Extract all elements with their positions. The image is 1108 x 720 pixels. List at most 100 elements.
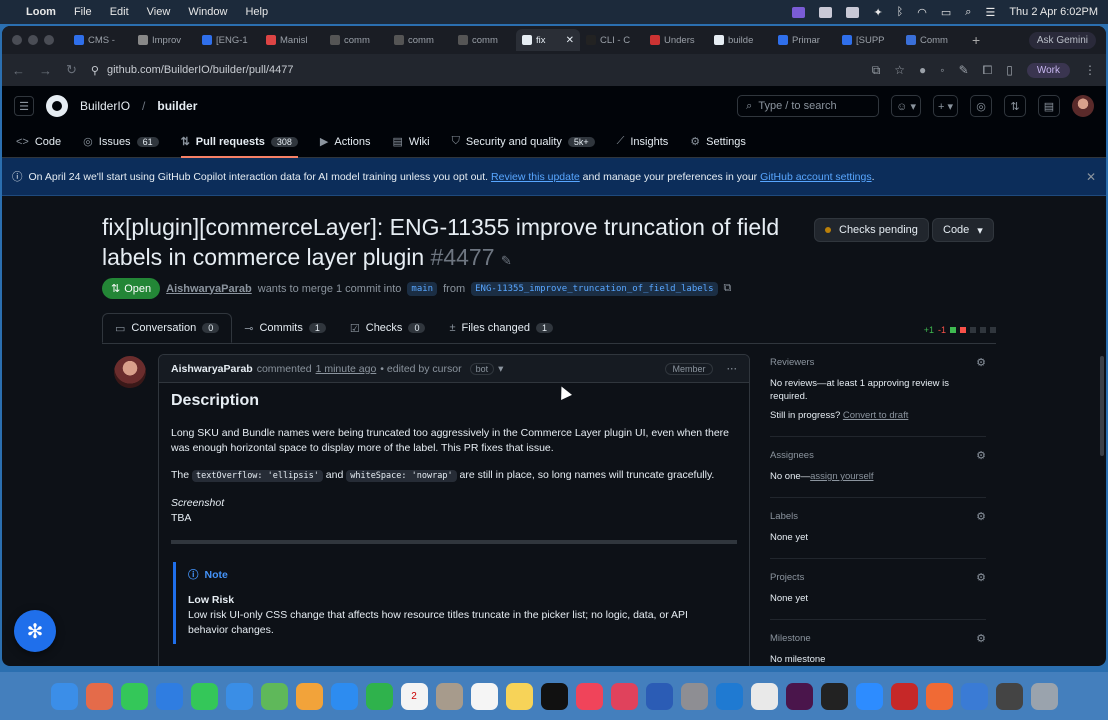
extension-icon[interactable]: ✎ bbox=[959, 63, 969, 77]
assignees-gear-icon[interactable]: ⚙ bbox=[976, 449, 986, 462]
edit-pencil-icon[interactable]: ✎ bbox=[501, 253, 512, 268]
create-new-button[interactable]: + ▾ bbox=[932, 95, 958, 117]
bluetooth-icon[interactable]: ᛒ bbox=[897, 6, 904, 18]
dock-downloads-icon[interactable] bbox=[995, 682, 1023, 710]
search-icon[interactable]: ⌕ bbox=[965, 6, 971, 19]
bookmark-star-icon[interactable]: ☆ bbox=[894, 63, 905, 77]
browser-tab[interactable]: comm bbox=[388, 29, 452, 51]
scrollbar[interactable] bbox=[1100, 356, 1104, 456]
dock-notes-icon[interactable] bbox=[505, 682, 533, 710]
repo-nav-security-and-quality[interactable]: ⛉ Security and quality 5k+ bbox=[452, 135, 595, 158]
wifi-icon[interactable]: ◠ bbox=[917, 6, 927, 19]
dock-launchpad-icon[interactable] bbox=[85, 682, 113, 710]
dock-slack-icon[interactable] bbox=[785, 682, 813, 710]
menu-app[interactable]: Loom bbox=[26, 6, 56, 18]
site-info-icon[interactable]: ⚲ bbox=[91, 64, 99, 77]
dock-photos-icon[interactable] bbox=[295, 682, 323, 710]
loom-status-icon[interactable] bbox=[792, 6, 806, 18]
search-input[interactable]: ⌕ Type / to search bbox=[737, 95, 880, 117]
pr-author-link[interactable]: AishwaryaParab bbox=[166, 283, 252, 295]
pull-requests-button[interactable]: ⇅ bbox=[1004, 95, 1026, 117]
ask-gemini-button[interactable]: Ask Gemini bbox=[1028, 31, 1096, 49]
datetime[interactable]: Thu 2 Apr 6:02PM bbox=[1009, 6, 1098, 18]
control-center-icon[interactable]: ☰ bbox=[985, 6, 995, 19]
extension-icon[interactable]: ● bbox=[919, 63, 926, 77]
chevron-down-icon[interactable]: ▾ bbox=[498, 363, 503, 375]
browser-tab[interactable]: Improv bbox=[132, 29, 196, 51]
dock-contacts-icon[interactable] bbox=[435, 682, 463, 710]
maximize-window-button[interactable] bbox=[44, 35, 54, 45]
base-branch[interactable]: main bbox=[407, 281, 438, 296]
dock-word-icon[interactable] bbox=[645, 682, 673, 710]
url-text[interactable]: github.com/BuilderIO/builder/pull/4477 bbox=[107, 64, 294, 76]
browser-tab[interactable]: Comm bbox=[900, 29, 964, 51]
dock-vscode-icon[interactable] bbox=[715, 682, 743, 710]
user-avatar[interactable] bbox=[1072, 95, 1094, 117]
copy-icon[interactable]: ⧉ bbox=[724, 282, 732, 295]
repo-nav-code[interactable]: <> Code bbox=[16, 136, 61, 158]
labels-gear-icon[interactable]: ⚙ bbox=[976, 510, 986, 523]
new-tab-button[interactable]: + bbox=[972, 32, 980, 48]
dock-phone-icon[interactable] bbox=[120, 682, 148, 710]
pr-tab-checks[interactable]: ☑ Checks 0 bbox=[338, 313, 438, 343]
minimize-window-button[interactable] bbox=[28, 35, 38, 45]
dock-terminal-icon[interactable] bbox=[820, 682, 848, 710]
dock-music-icon[interactable] bbox=[575, 682, 603, 710]
repo-nav-settings[interactable]: ⚙ Settings bbox=[690, 135, 746, 158]
head-branch[interactable]: ENG-11355_improve_truncation_of_field_la… bbox=[471, 281, 718, 296]
extension-icon[interactable]: ◦ bbox=[940, 63, 944, 77]
pr-tab-conversation[interactable]: ▭ Conversation 0 bbox=[102, 313, 233, 343]
dock-reminders-icon[interactable] bbox=[470, 682, 498, 710]
breadcrumb-org[interactable]: BuilderIO bbox=[80, 99, 130, 113]
browser-tab[interactable]: [SUPP bbox=[836, 29, 900, 51]
dock-finder-icon[interactable] bbox=[50, 682, 78, 710]
dock-mail-icon[interactable] bbox=[225, 682, 253, 710]
comment-edited[interactable]: • edited by cursor bbox=[380, 363, 461, 375]
dock-red-app-icon[interactable] bbox=[890, 682, 918, 710]
back-icon[interactable]: ← bbox=[12, 63, 25, 78]
install-icon[interactable]: ⧉ bbox=[872, 63, 881, 78]
dock-maps-icon[interactable] bbox=[260, 682, 288, 710]
dock-zoom-icon[interactable] bbox=[855, 682, 883, 710]
profile-work-button[interactable]: Work bbox=[1026, 62, 1070, 78]
dock-tv-icon[interactable] bbox=[540, 682, 568, 710]
copilot-button[interactable]: ☺ ▾ bbox=[891, 95, 921, 117]
snowflake-assistant-button[interactable]: ✻ bbox=[14, 610, 56, 652]
browser-tab[interactable]: builde bbox=[708, 29, 772, 51]
menu-window[interactable]: Window bbox=[188, 6, 227, 18]
dock-chrome-icon[interactable] bbox=[750, 682, 778, 710]
status-icon[interactable] bbox=[846, 6, 860, 18]
convert-to-draft-link[interactable]: Convert to draft bbox=[843, 410, 908, 421]
repo-nav-issues[interactable]: ◎ Issues 61 bbox=[83, 135, 159, 158]
commenter-avatar[interactable] bbox=[114, 356, 146, 388]
sidepanel-icon[interactable]: ▯ bbox=[1006, 63, 1013, 77]
dock-safari-icon[interactable] bbox=[155, 682, 183, 710]
dock-calendar-icon[interactable]: 2 bbox=[400, 682, 428, 710]
pr-tab-commits[interactable]: ⊸ Commits 1 bbox=[232, 313, 338, 343]
browser-tab[interactable]: Manisl bbox=[260, 29, 324, 51]
repo-nav-actions[interactable]: ▶ Actions bbox=[320, 135, 371, 158]
dock-snowflake-icon[interactable] bbox=[960, 682, 988, 710]
close-window-button[interactable] bbox=[12, 35, 22, 45]
battery-icon[interactable]: ▭ bbox=[941, 6, 951, 19]
browser-tab[interactable]: comm bbox=[324, 29, 388, 51]
forward-icon[interactable]: → bbox=[39, 63, 52, 78]
dock-pen-app-icon[interactable] bbox=[925, 682, 953, 710]
milestone-gear-icon[interactable]: ⚙ bbox=[976, 632, 986, 645]
issues-button[interactable]: ◎ bbox=[970, 95, 992, 117]
url-field[interactable]: ⚲ github.com/BuilderIO/builder/pull/4477 bbox=[91, 64, 294, 77]
review-update-link[interactable]: Review this update bbox=[491, 171, 580, 183]
close-banner-icon[interactable]: ✕ bbox=[1086, 170, 1096, 184]
browser-tab[interactable]: Primar bbox=[772, 29, 836, 51]
breadcrumb-repo[interactable]: builder bbox=[157, 99, 197, 113]
dock-app-store-icon[interactable] bbox=[330, 682, 358, 710]
dock-messages-icon[interactable] bbox=[190, 682, 218, 710]
dock-settings-icon[interactable] bbox=[680, 682, 708, 710]
pr-tab-files-changed[interactable]: ± Files changed 1 bbox=[437, 313, 565, 343]
dock-trash-icon[interactable] bbox=[1030, 682, 1058, 710]
checks-pending-button[interactable]: Checks pending bbox=[814, 218, 929, 242]
hamburger-menu-icon[interactable]: ☰ bbox=[14, 96, 34, 116]
github-logo-icon[interactable] bbox=[46, 95, 68, 117]
comment-time[interactable]: 1 minute ago bbox=[316, 363, 377, 375]
comment-menu-icon[interactable]: ⋯ bbox=[727, 363, 738, 375]
